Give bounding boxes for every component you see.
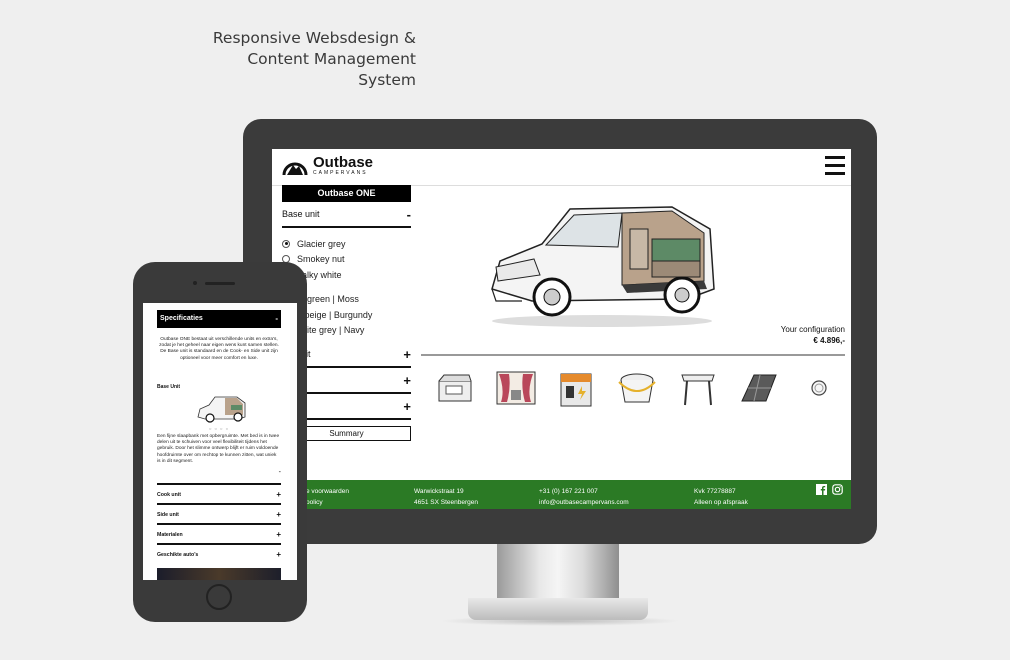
mobile-accordion-side-unit[interactable]: Side unit + (157, 503, 281, 525)
tagline-line-3: System (358, 71, 416, 89)
home-button[interactable] (206, 584, 232, 610)
collapse-icon: - (406, 206, 411, 222)
site-header: Outbase CAMPERVANS (272, 149, 851, 186)
mobile-accordion-cook-unit[interactable]: Cook unit + (157, 483, 281, 505)
appointment-note: Alleen op afspraak (694, 499, 748, 506)
mobile-intro-text: Outbase ONE bestaat uit verschillende un… (159, 337, 279, 361)
monitor-stand-neck (497, 544, 619, 600)
expand-icon: + (403, 346, 411, 362)
tagline-line-1: Responsive Websdesign & (212, 29, 416, 47)
curtains-icon[interactable] (493, 365, 539, 411)
configuration-price: € 4.896,- (813, 336, 845, 345)
collapse-icon[interactable]: - (279, 469, 281, 476)
site-logo[interactable]: Outbase CAMPERVANS (282, 155, 373, 177)
privacy-link[interactable]: policy (306, 497, 349, 508)
configuration-summary: Your configuration € 4.896,- (781, 324, 845, 346)
accordion-label: Side unit (157, 512, 179, 518)
expand-icon: + (276, 490, 281, 499)
radio-selected-icon (282, 239, 290, 248)
folding-table-icon[interactable] (675, 365, 721, 411)
kvk-number: Kvk 77278887 (694, 488, 736, 495)
phone-link[interactable]: +31 (0) 167 221 007 (539, 486, 629, 497)
mobile-specs-header[interactable]: Specificaties - (157, 310, 281, 328)
facebook-icon[interactable] (816, 484, 827, 495)
address-street: Warwickstraat 19 (414, 488, 464, 495)
solar-panel-icon[interactable] (735, 365, 781, 411)
instagram-icon[interactable] (832, 484, 843, 495)
tagline: Responsive Websdesign & Content Manageme… (200, 28, 416, 91)
accordion-base-unit[interactable]: Base unit - (282, 202, 411, 228)
logo-subtitle: CAMPERVANS (313, 170, 368, 176)
tagline-line-2: Content Management (247, 50, 416, 68)
accordion-label: Geschikte auto's (157, 552, 199, 558)
expand-icon: + (403, 372, 411, 388)
desktop-monitor: Outbase CAMPERVANS Outbase ONE Base unit… (243, 119, 877, 544)
light-icon[interactable] (796, 365, 842, 411)
expand-icon: + (276, 550, 281, 559)
expand-icon: + (276, 510, 281, 519)
camera-icon (193, 281, 197, 285)
mobile-screen: Specificaties - Outbase ONE bestaat uit … (143, 303, 297, 580)
mobile-interior-photo (157, 568, 281, 580)
option-label: Smokey nut (297, 254, 345, 265)
color-option-smokey-nut[interactable]: Smokey nut (282, 252, 411, 268)
address-city: 4651 SX Steenbergen (414, 499, 478, 506)
accordion-label: Base unit (282, 209, 320, 219)
site-footer: e voorwaarden policy Warwickstraat 19 46… (272, 480, 851, 509)
cool-box-icon[interactable] (432, 365, 478, 411)
carousel-dots-icon[interactable]: ○ ○ ○ ○ (209, 426, 229, 431)
bucket-toilet-icon[interactable] (614, 365, 660, 411)
accordion-label: Materialen (157, 532, 183, 538)
mobile-base-unit-label: Base Unit (157, 384, 181, 390)
mobile-phone: Specificaties - Outbase ONE bestaat uit … (133, 262, 307, 622)
accessory-thumbnails (432, 363, 842, 413)
mountain-logo-icon (282, 155, 308, 177)
color-option-glacier-grey[interactable]: Glacier grey (282, 236, 411, 252)
power-station-icon[interactable] (553, 365, 599, 411)
mobile-specs-title: Specificaties (160, 315, 203, 322)
mobile-van-image (195, 393, 247, 425)
option-label: h beige | Burgundy (297, 309, 373, 320)
divider (421, 354, 845, 356)
stand-shadow (440, 616, 680, 626)
expand-icon: + (403, 398, 411, 414)
your-configuration-label: Your configuration (780, 325, 845, 334)
option-label: anite grey | Navy (297, 325, 365, 336)
logo-name: Outbase (313, 154, 374, 171)
hamburger-icon[interactable] (825, 156, 845, 176)
mobile-accordion-suitable-cars[interactable]: Geschikte auto's + (157, 543, 281, 565)
accordion-label: Cook unit (157, 492, 181, 498)
expand-icon: + (276, 530, 281, 539)
speaker-grille (205, 282, 235, 285)
email-link[interactable]: info@outbasecampervans.com (539, 497, 629, 508)
van-illustration (482, 189, 722, 329)
desktop-screen: Outbase CAMPERVANS Outbase ONE Base unit… (272, 149, 851, 509)
mobile-accordion-materials[interactable]: Materialen + (157, 523, 281, 545)
option-label: Glacier grey (297, 238, 346, 249)
collapse-icon: - (275, 314, 278, 323)
configurator-title: Outbase ONE (282, 185, 411, 202)
mobile-base-description: Een fijne slaapbank met opbergruimte. Me… (157, 434, 280, 464)
terms-link[interactable]: e voorwaarden (306, 486, 349, 497)
